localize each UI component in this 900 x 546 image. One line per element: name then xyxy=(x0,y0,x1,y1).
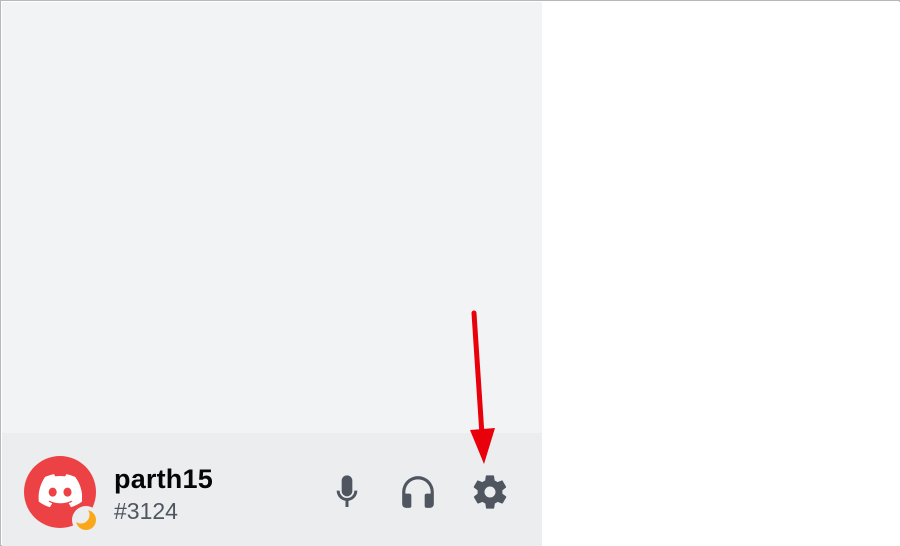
main-content-pane xyxy=(542,2,900,546)
mute-button[interactable] xyxy=(325,470,369,514)
microphone-icon xyxy=(336,475,358,507)
status-indicator xyxy=(72,506,100,534)
deafen-button[interactable] xyxy=(396,470,440,514)
app-window: parth15 #3124 xyxy=(0,0,900,546)
user-settings-button[interactable] xyxy=(468,470,512,514)
discord-logo-icon xyxy=(38,474,82,508)
gear-icon xyxy=(473,475,507,509)
red-arrow-icon xyxy=(470,310,495,464)
username: parth15 xyxy=(114,464,213,494)
headphones-icon xyxy=(402,476,434,508)
idle-moon-icon xyxy=(76,510,96,530)
user-discriminator: #3124 xyxy=(114,498,178,524)
user-name-tag[interactable]: parth15 #3124 xyxy=(114,463,213,526)
user-avatar[interactable] xyxy=(24,456,100,534)
